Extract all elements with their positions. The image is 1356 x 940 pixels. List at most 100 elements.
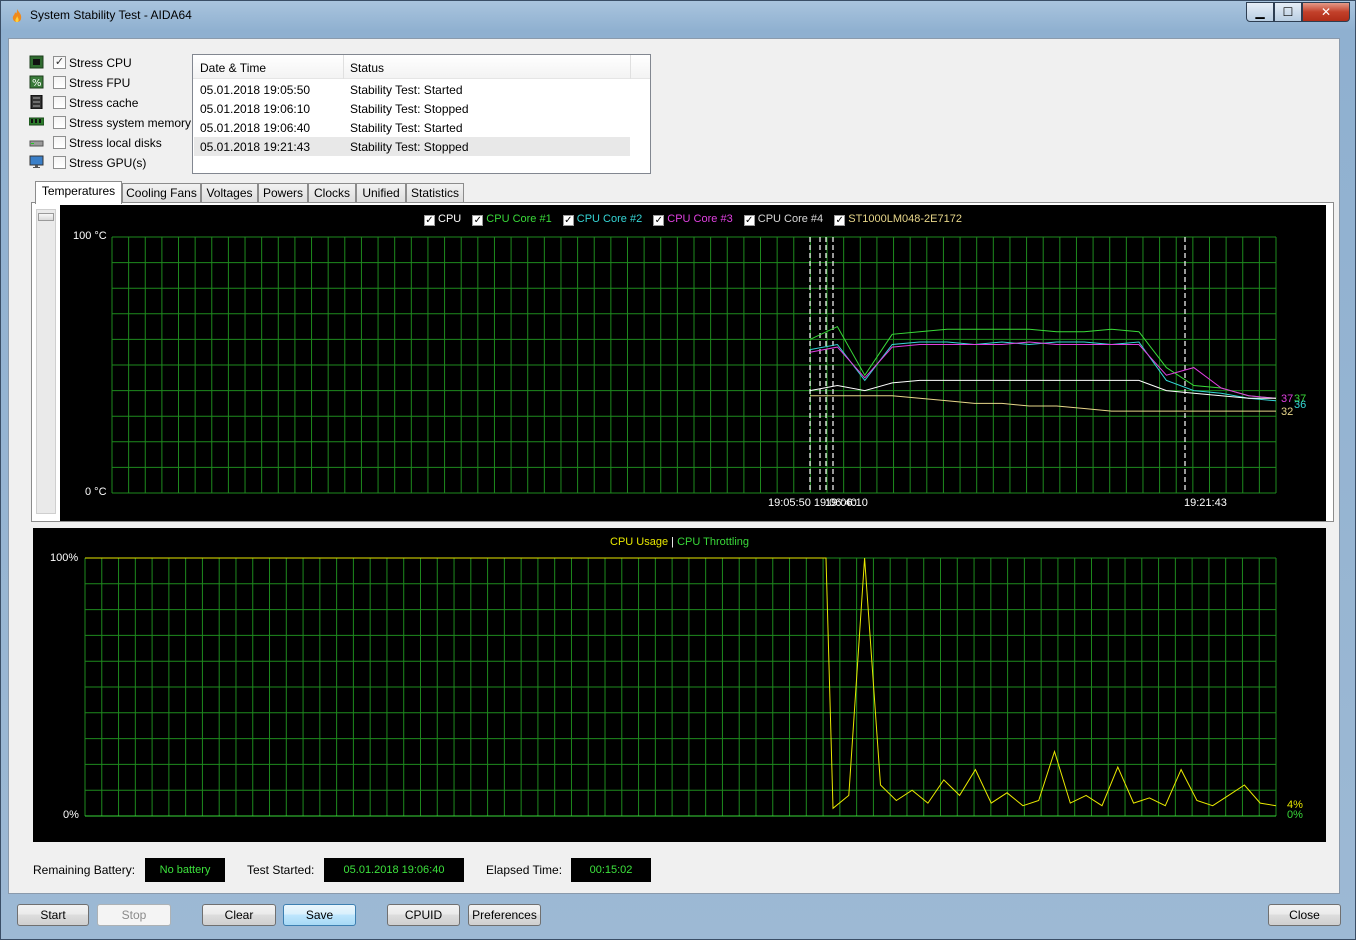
log-row-selected[interactable]: 05.01.2018 19:21:43 Stability Test: Stop… (194, 137, 630, 156)
test-started-value: 05.01.2018 19:06:40 (324, 858, 464, 882)
legend-core2[interactable]: ✓ CPU Core #2 (562, 213, 642, 226)
legend-label-core4: CPU Core #4 (757, 213, 824, 225)
stress-cache-option[interactable]: Stress cache (29, 94, 199, 112)
legend-checkbox[interactable]: ✓ (653, 215, 665, 226)
scroll-thumb[interactable] (38, 213, 54, 221)
log-status: Stability Test: Stopped (350, 140, 469, 154)
legend-core1[interactable]: ✓ CPU Core #1 (472, 213, 552, 226)
log-status: Stability Test: Started (350, 121, 463, 135)
stress-fpu-checkbox[interactable] (53, 76, 66, 89)
aida64-flame-icon (12, 9, 22, 23)
temp-y-max-label: 100 °C (73, 230, 107, 242)
event-log-list[interactable]: Date & Time Status 05.01.2018 19:05:50 S… (192, 54, 651, 174)
throttling-end-label: 0% (1287, 809, 1303, 821)
clear-button[interactable]: Clear (202, 904, 276, 926)
stress-cpu-option[interactable]: ✓ Stress CPU (29, 54, 199, 72)
legend-core3[interactable]: ✓ CPU Core #3 (653, 213, 733, 226)
tab-powers[interactable]: Powers (258, 183, 308, 203)
legend-disk[interactable]: ✓ ST1000LM048-2E7172 (834, 213, 962, 226)
column-divider[interactable] (630, 55, 631, 79)
log-row[interactable]: 05.01.2018 19:06:40 Stability Test: Star… (194, 118, 630, 137)
stress-disks-option[interactable]: Stress local disks (29, 134, 199, 152)
usage-legend: CPU Usage | CPU Throttling (33, 536, 1326, 548)
legend-cpu[interactable]: ✓ CPU (424, 213, 461, 226)
log-datetime: 05.01.2018 19:21:43 (200, 140, 311, 154)
stress-fpu-label: Stress FPU (69, 76, 131, 90)
legend-checkbox[interactable]: ✓ (472, 215, 484, 226)
legend-label-disk: ST1000LM048-2E7172 (848, 213, 962, 225)
stop-button[interactable]: Stop (97, 904, 171, 926)
tab-cooling-fans[interactable]: Cooling Fans (122, 183, 201, 203)
tab-unified[interactable]: Unified (356, 183, 406, 203)
usage-y-max-label: 100% (50, 552, 79, 564)
svg-text:%: % (32, 78, 42, 89)
save-button[interactable]: Save (283, 904, 356, 926)
log-row[interactable]: 05.01.2018 19:05:50 Stability Test: Star… (194, 80, 630, 99)
stress-gpu-checkbox[interactable] (53, 156, 66, 169)
tab-voltages[interactable]: Voltages (201, 183, 258, 203)
usage-y-min-label: 0% (63, 809, 79, 821)
minimize-button[interactable]: ▁ (1246, 2, 1274, 22)
legend-label-cpu-usage: CPU Usage (610, 536, 669, 548)
time-label-stop: 19:06:10 (825, 497, 868, 509)
stress-cpu-checkbox[interactable]: ✓ (53, 56, 66, 69)
legend-checkbox[interactable]: ✓ (834, 215, 846, 226)
legend-core4[interactable]: ✓ CPU Core #4 (743, 213, 824, 226)
log-status: Stability Test: Started (350, 83, 463, 97)
temp-y-min-label: 0 °C (85, 486, 107, 498)
column-divider[interactable] (343, 55, 344, 79)
preferences-button[interactable]: Preferences (468, 904, 541, 926)
log-row[interactable]: 05.01.2018 19:06:10 Stability Test: Stop… (194, 99, 630, 118)
end-label-core3: 37 (1281, 393, 1294, 405)
fpu-icon: % (29, 75, 44, 89)
stress-gpu-option[interactable]: Stress GPU(s) (29, 154, 199, 172)
stress-gpu-label: Stress GPU(s) (69, 156, 147, 170)
log-datetime: 05.01.2018 19:05:50 (200, 83, 311, 97)
battery-label: Remaining Battery: (33, 863, 136, 877)
close-window-button[interactable]: ✕ (1302, 2, 1350, 22)
legend-label-cpu-throttling: CPU Throttling (677, 536, 749, 548)
start-button[interactable]: Start (17, 904, 89, 926)
legend-checkbox[interactable]: ✓ (424, 215, 435, 226)
cache-icon (30, 95, 43, 109)
legend-checkbox[interactable]: ✓ (743, 215, 755, 226)
battery-value: No battery (145, 858, 225, 882)
log-datetime: 05.01.2018 19:06:10 (200, 102, 311, 116)
maximize-button[interactable]: ☐ (1274, 2, 1302, 22)
temperature-chart: ✓ CPU ✓ CPU Core #1 ✓ CPU Core #2 ✓ CPU Core… (60, 205, 1326, 521)
close-button[interactable]: Close (1268, 904, 1341, 926)
legend-separator: | (671, 536, 674, 548)
time-label-end: 19:21:43 (1184, 497, 1227, 509)
monitor-gpu-icon (29, 155, 44, 168)
tab-statistics[interactable]: Statistics (406, 183, 464, 203)
legend-label-core1: CPU Core #1 (486, 213, 552, 225)
cpu-usage-chart: CPU Usage | CPU Throttling 100% 0% 4% 0% (33, 528, 1326, 842)
cpuid-button[interactable]: CPUID (387, 904, 460, 926)
log-header: Date & Time Status (193, 55, 650, 79)
legend-checkbox[interactable]: ✓ (562, 215, 574, 226)
cpu-usage-chart-svg (84, 557, 1277, 817)
stress-disks-label: Stress local disks (69, 136, 162, 150)
end-label-disk: 32 (1281, 406, 1294, 418)
stress-cache-label: Stress cache (69, 96, 139, 110)
stress-cache-checkbox[interactable] (53, 96, 66, 109)
title-bar[interactable]: System Stability Test - AIDA64 ▁ ☐ ✕ (1, 1, 1355, 31)
elapsed-time-value: 00:15:02 (571, 858, 651, 882)
stress-memory-option[interactable]: Stress system memory (29, 114, 199, 132)
tab-clocks[interactable]: Clocks (308, 183, 356, 203)
status-bar: Remaining Battery: No battery Test Start… (31, 857, 691, 883)
cpu-chip-icon (29, 55, 44, 69)
window-title: System Stability Test - AIDA64 (30, 8, 192, 22)
column-header-datetime[interactable]: Date & Time (200, 61, 266, 75)
client-area: ✓ Stress CPU % Stress FPU Stress cache S… (8, 38, 1340, 894)
elapsed-time-label: Elapsed Time: (486, 863, 563, 877)
log-status: Stability Test: Stopped (350, 102, 469, 116)
end-label-core2: 36 (1294, 399, 1307, 411)
stress-fpu-option[interactable]: % Stress FPU (29, 74, 199, 92)
test-started-label: Test Started: (247, 863, 315, 877)
stress-disks-checkbox[interactable] (53, 136, 66, 149)
graph-scrollbar[interactable] (36, 209, 56, 514)
tab-temperatures[interactable]: Temperatures (35, 181, 122, 204)
column-header-status[interactable]: Status (350, 61, 384, 75)
stress-memory-checkbox[interactable] (53, 116, 66, 129)
